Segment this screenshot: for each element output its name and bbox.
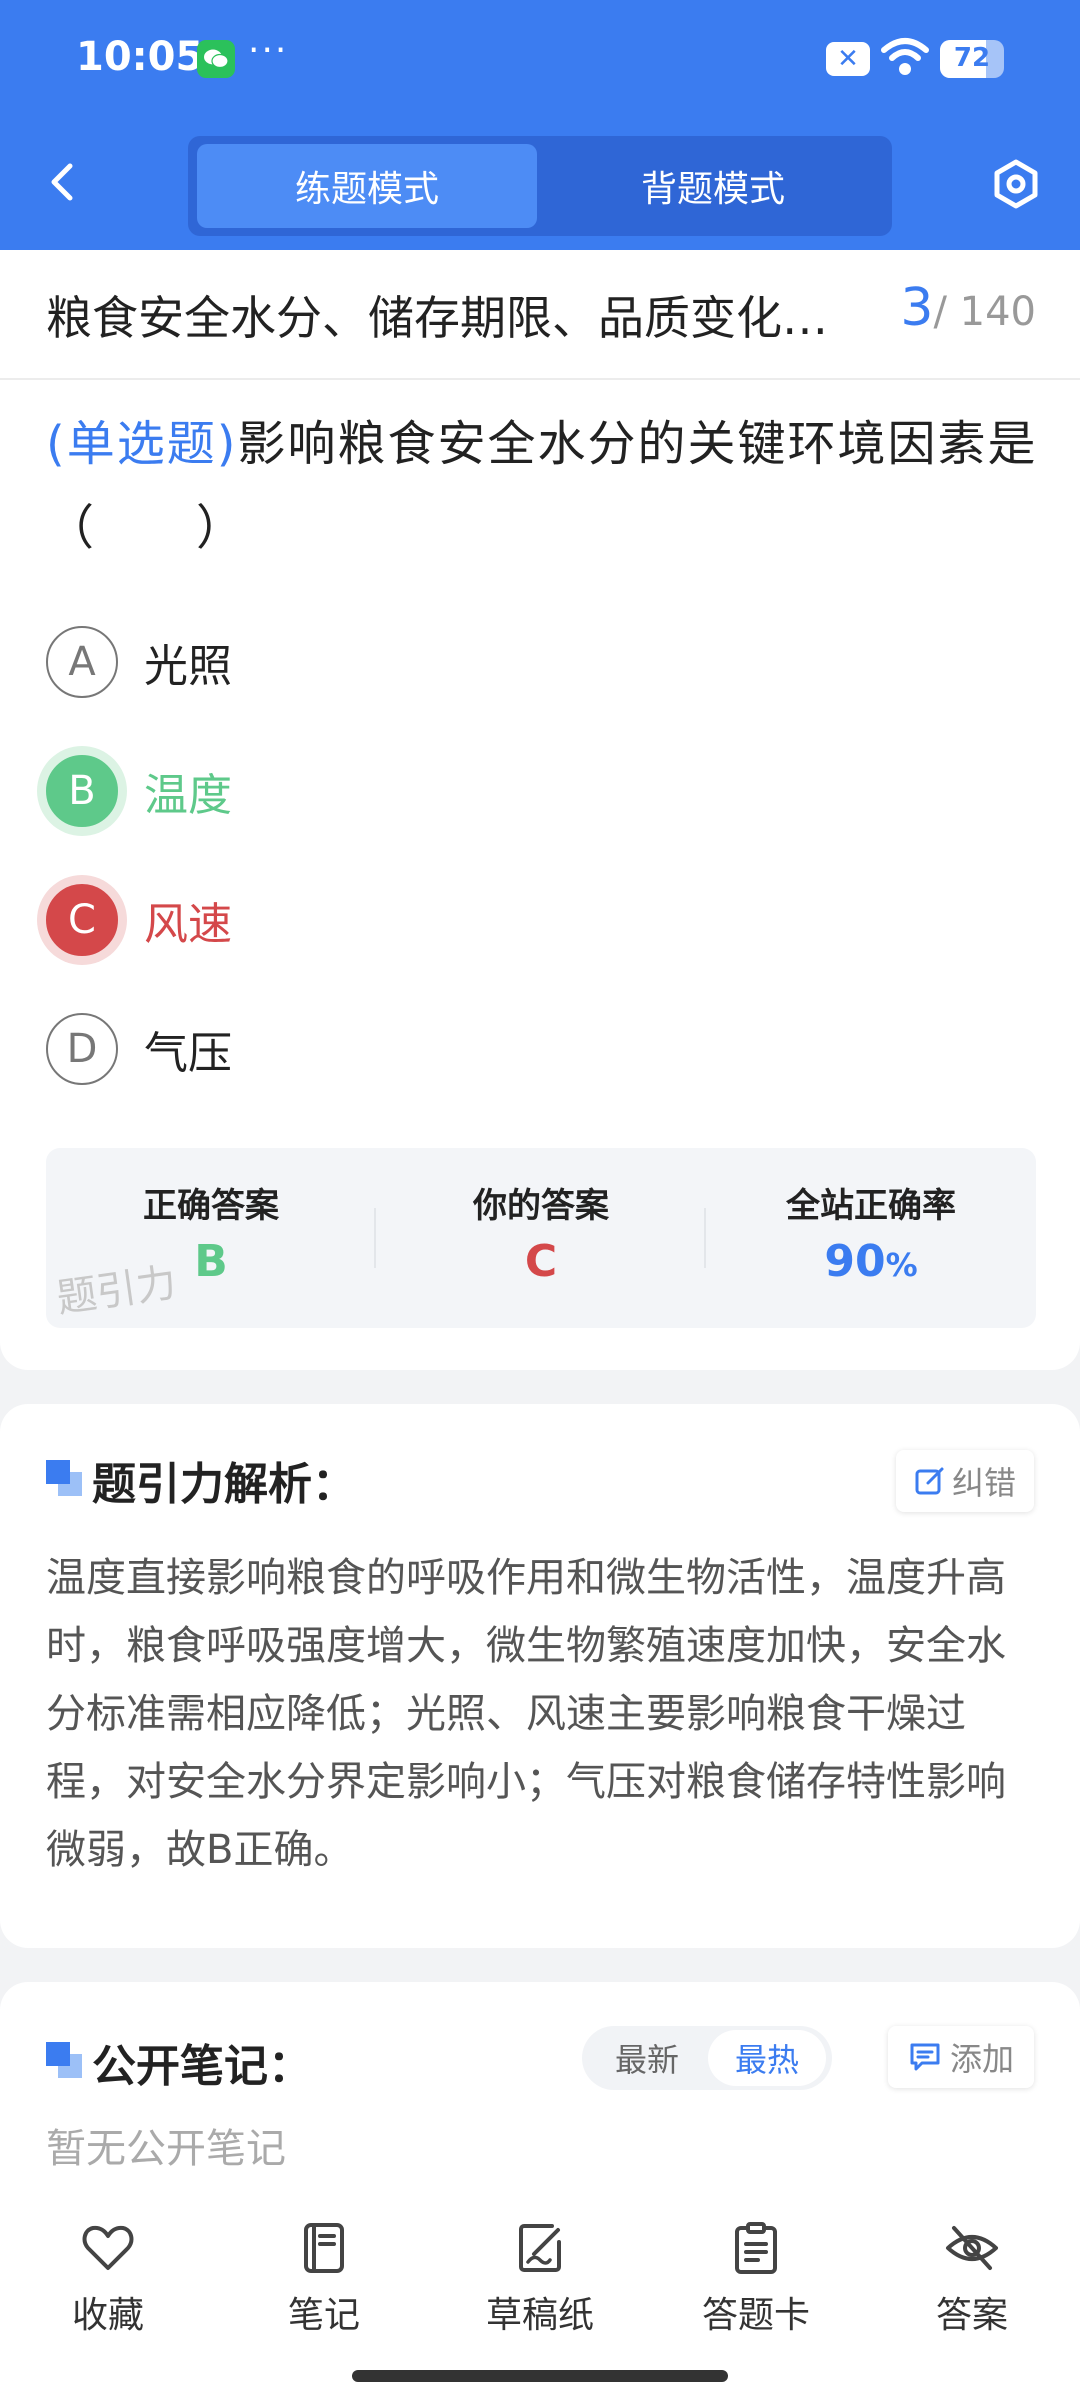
answer-sheet-icon: [735, 2222, 777, 2274]
report-error-label: 纠错: [951, 1464, 1016, 1502]
option-text: 风速: [144, 899, 232, 950]
wechat-icon: [197, 40, 235, 78]
option-a[interactable]: A 光照: [46, 626, 232, 698]
your-answer-block: 你的答案 C: [376, 1148, 706, 1328]
eye-off-icon: [946, 2226, 998, 2270]
tab-practice-mode[interactable]: 练题模式: [197, 144, 537, 228]
option-d[interactable]: D 气压: [46, 1013, 232, 1085]
your-answer-label: 你的答案: [473, 1186, 609, 1226]
option-b[interactable]: B 温度: [46, 755, 232, 827]
section-icon: [46, 1460, 82, 1496]
sort-latest-tab[interactable]: 最新: [588, 2030, 706, 2086]
chapter-title: 粮食安全水分、储存期限、品质变化…: [46, 291, 828, 345]
empty-notes-text: 暂无公开笔记: [46, 2126, 286, 2172]
accuracy-block: 全站正确率 90%: [706, 1148, 1036, 1328]
draft-paper-button[interactable]: 草稿纸: [460, 2220, 620, 2338]
settings-icon[interactable]: [990, 158, 1042, 210]
draft-paper-icon: [519, 2224, 561, 2272]
show-answer-label: 答案: [935, 2295, 1008, 2336]
analysis-title: 题引力解析：: [92, 1459, 356, 1510]
battery-icon: 72: [940, 40, 1004, 78]
question-stem: (单选题)影响粮食安全水分的关键环境因素是（ ）: [46, 402, 1046, 570]
option-letter: D: [46, 1013, 118, 1085]
report-error-button[interactable]: 纠错: [896, 1450, 1034, 1512]
notes-label: 笔记: [287, 2295, 360, 2336]
tab-memorize-mode[interactable]: 背题模式: [543, 144, 883, 228]
notes-sort-switch: 最新 最热: [582, 2026, 832, 2090]
comment-icon: [910, 2043, 940, 2071]
section-icon: [46, 2042, 82, 2078]
notebook-icon: [304, 2223, 344, 2273]
wifi-icon: [881, 38, 929, 75]
accuracy-label: 全站正确率: [786, 1186, 956, 1226]
your-answer-value: C: [524, 1236, 558, 1287]
analysis-text: 温度直接影响粮食的呼吸作用和微生物活性，温度升高时，粮食呼吸强度增大，微生物繁殖…: [46, 1555, 1006, 1873]
notes-button[interactable]: 笔记: [244, 2220, 404, 2338]
question-total: / 140: [933, 289, 1036, 335]
option-text: 气压: [144, 1028, 232, 1079]
bottom-toolbar: 收藏 笔记 草稿纸 答题卡 答案: [0, 2190, 1080, 2400]
question-type: (单选题): [46, 416, 238, 472]
divider: [0, 378, 1080, 380]
add-note-label: 添加: [949, 2040, 1014, 2078]
battery-level: 72: [953, 43, 991, 73]
option-letter: A: [46, 626, 118, 698]
accuracy-unit: %: [885, 1246, 918, 1284]
option-c[interactable]: C 风速: [46, 884, 232, 956]
home-indicator[interactable]: [352, 2370, 728, 2382]
mode-switch: 练题模式 背题模式: [188, 136, 892, 236]
option-letter: C: [46, 884, 118, 956]
notes-title: 公开笔记：: [92, 2041, 312, 2092]
accuracy-value: 90%: [706, 1236, 1036, 1287]
option-letter: B: [46, 755, 118, 827]
answer-sheet-button[interactable]: 答题卡: [676, 2220, 836, 2338]
favorite-button[interactable]: 收藏: [28, 2220, 188, 2338]
accuracy-number: 90: [824, 1236, 886, 1287]
edit-icon: [915, 1467, 944, 1495]
add-note-button[interactable]: 添加: [888, 2026, 1034, 2088]
question-counter[interactable]: 3/ 140: [900, 278, 1036, 338]
correct-answer-label: 正确答案: [143, 1186, 279, 1226]
app-header: 10:05 ··· ✕ 72 练题模式 背题模式: [0, 0, 1080, 250]
question-card: 粮食安全水分、储存期限、品质变化… 3/ 140 (单选题)影响粮食安全水分的关…: [0, 250, 1080, 1370]
favorite-label: 收藏: [71, 2295, 144, 2336]
sort-hot-tab[interactable]: 最热: [708, 2030, 826, 2086]
back-icon[interactable]: [40, 158, 88, 206]
answer-summary: 正确答案 B 你的答案 C 全站正确率 90% 题引力: [46, 1148, 1036, 1328]
answer-sheet-label: 答题卡: [701, 2295, 810, 2336]
draft-paper-label: 草稿纸: [485, 2295, 594, 2336]
question-current: 3: [900, 278, 934, 338]
heart-icon: [82, 2225, 134, 2270]
analysis-card: 题引力解析： 纠错 温度直接影响粮食的呼吸作用和微生物活性，温度升高时，粮食呼吸…: [0, 1404, 1080, 1948]
status-more-dots: ···: [248, 30, 289, 71]
notification-x-icon: ✕: [826, 42, 870, 76]
option-text: 光照: [144, 641, 232, 692]
show-answer-button[interactable]: 答案: [892, 2220, 1052, 2338]
option-text: 温度: [144, 770, 232, 821]
status-time: 10:05: [76, 34, 204, 80]
